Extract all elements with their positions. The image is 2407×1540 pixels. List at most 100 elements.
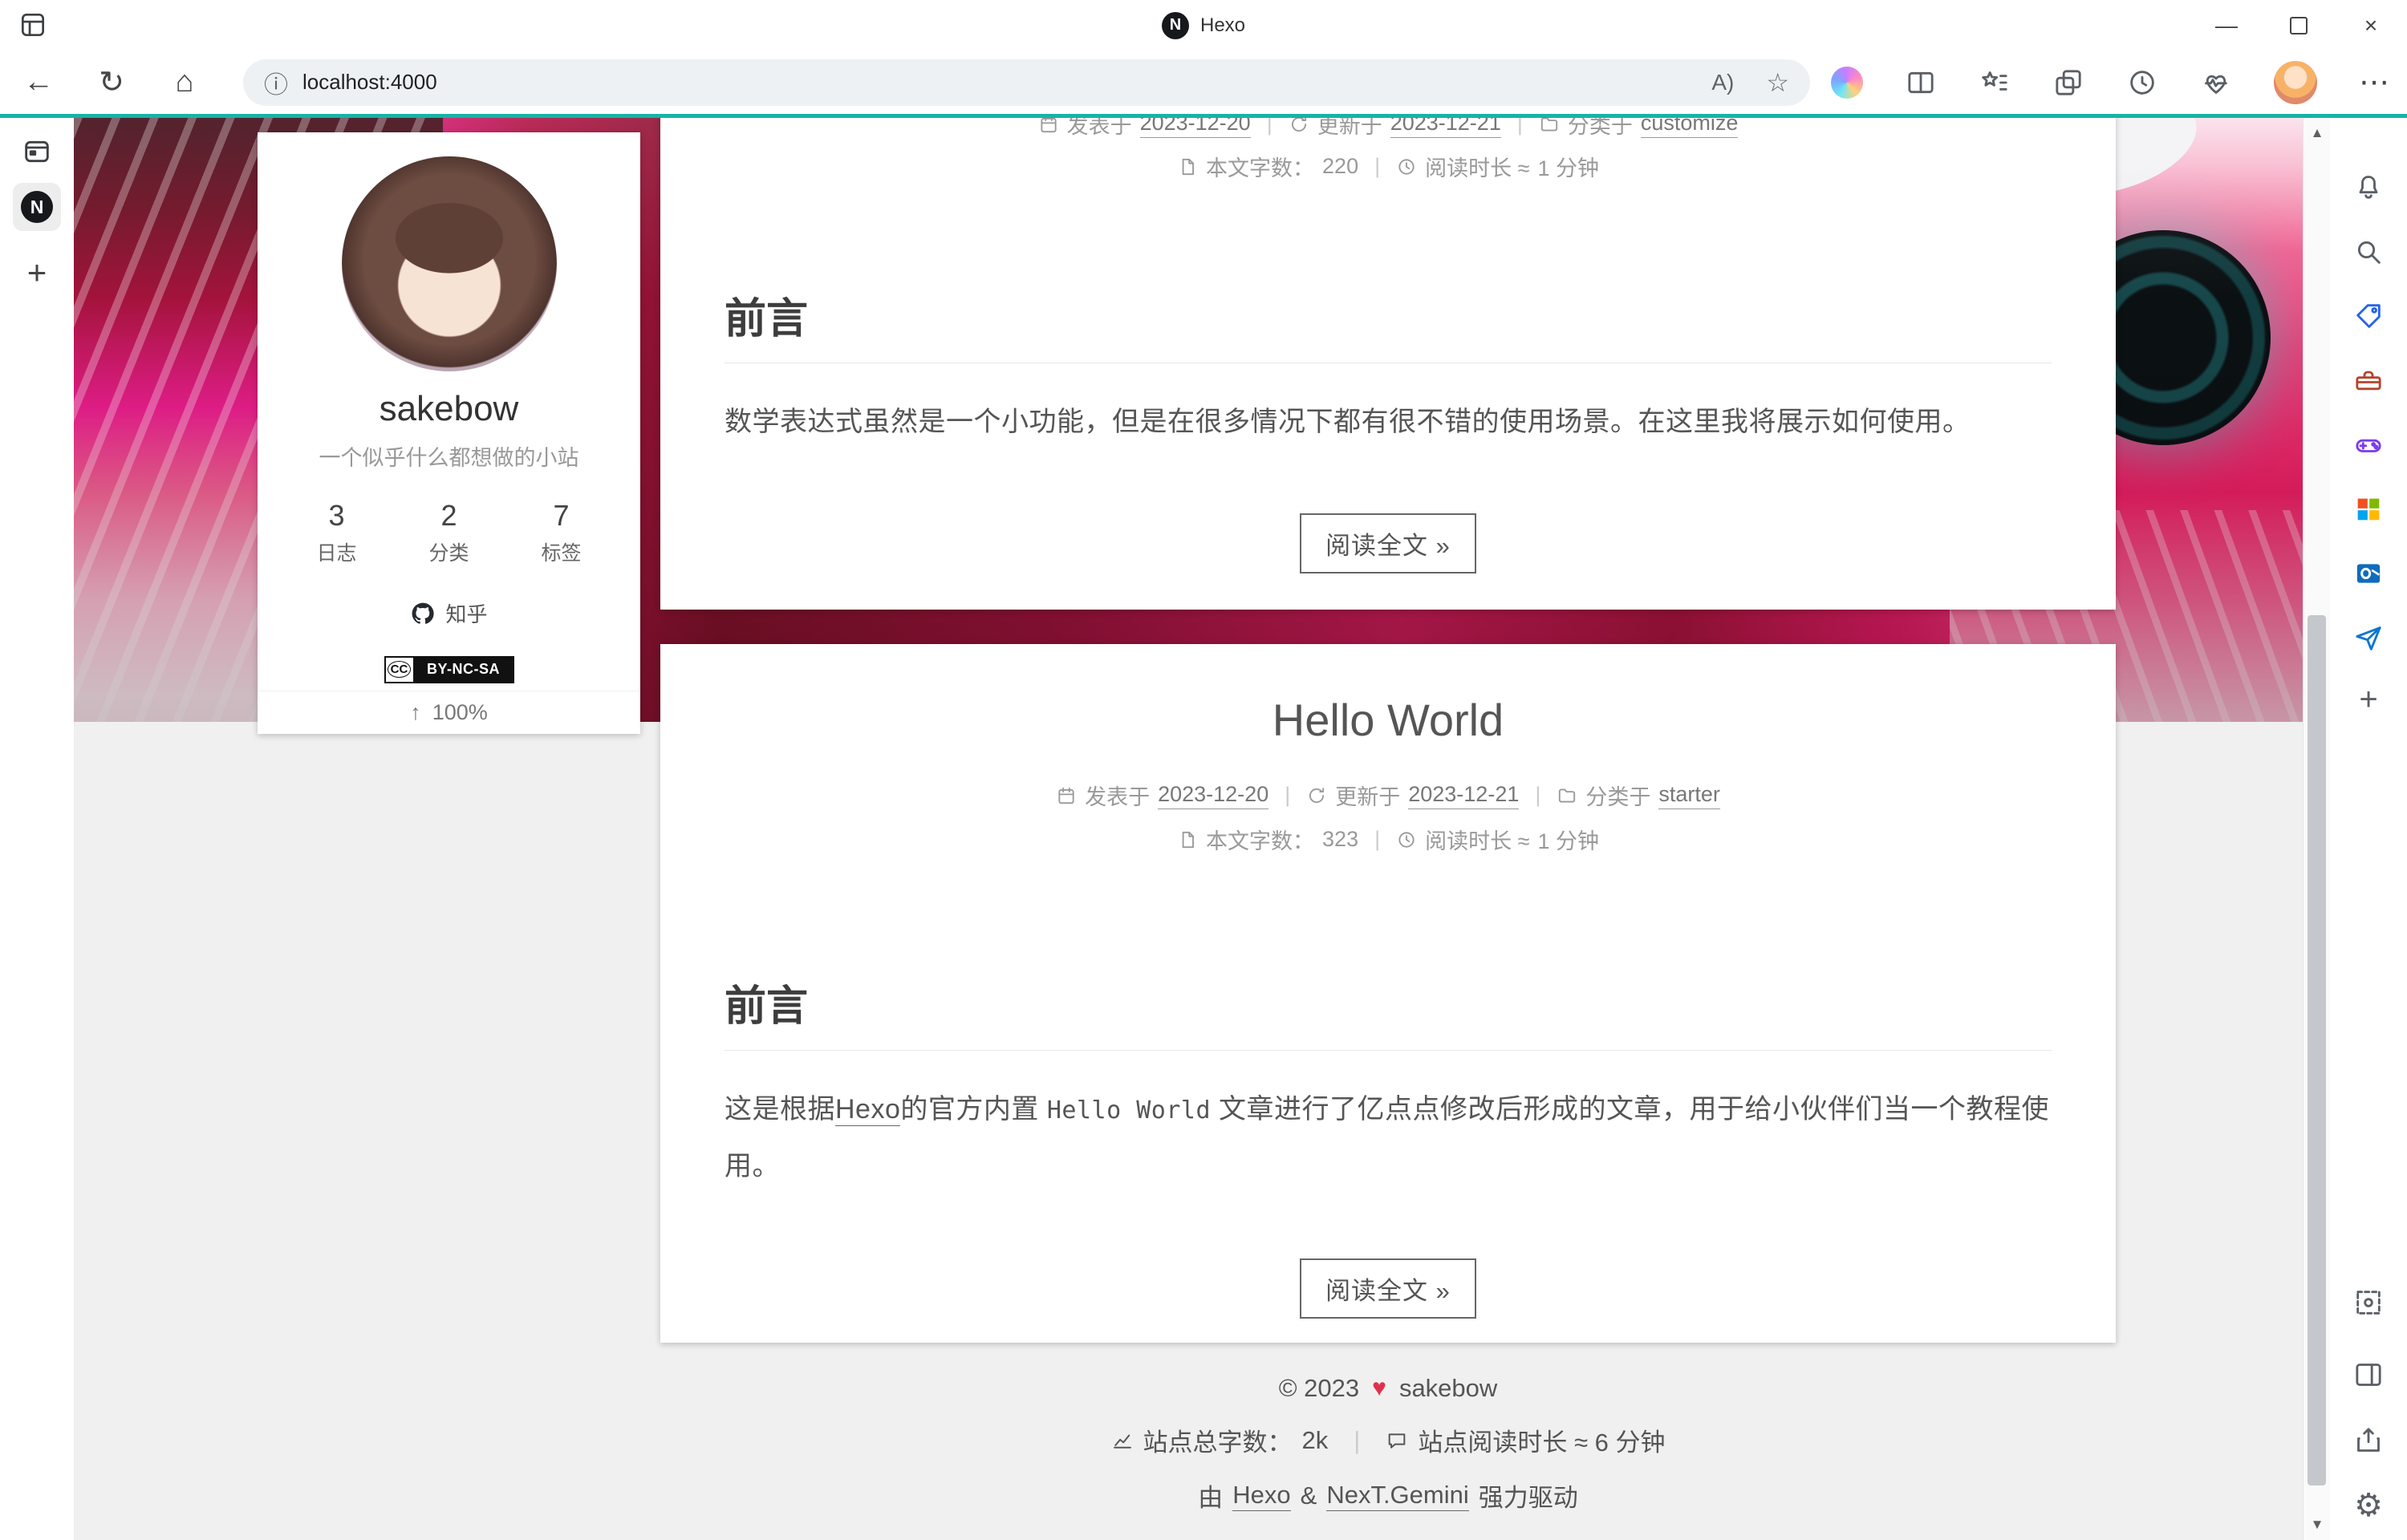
browser-titlebar: N Hexo — × [0,0,2407,51]
back-to-top[interactable]: ↑ 100% [258,691,640,734]
site-info-icon[interactable]: ⓘ [264,65,288,100]
screenshot-capture-icon[interactable] [2349,1283,2388,1322]
history-icon[interactable] [2126,67,2158,99]
active-tab-hexo[interactable]: N [13,183,61,231]
social-link[interactable]: 知乎 [410,598,487,628]
section-heading: 前言 [725,972,2052,1051]
post-meta-line1: 发表于 2023-12-20 | 更新于 2023-12-21 | 分类于 st… [725,780,2052,811]
workspaces-icon[interactable] [18,10,48,40]
new-tab-icon[interactable]: + [18,253,56,292]
home-button[interactable]: ⌂ [170,63,199,102]
read-aloud-icon[interactable]: A) [1711,70,1734,95]
hexo-favicon: N [21,191,53,223]
category-link[interactable]: customize [1641,118,1739,138]
back-button[interactable]: ← [24,63,53,102]
scroll-down-arrow[interactable]: ▼ [2303,1511,2330,1538]
stat-categories[interactable]: 2 分类 [414,499,485,566]
github-icon [410,601,436,626]
site-author: sakebow [258,389,640,429]
hexo-link[interactable]: Hexo [835,1094,900,1126]
up-arrow-icon: ↑ [410,700,421,725]
post-meta-line2: 本文字数： 323 | 阅读时长 ≈ 1 分钟 [725,824,2052,855]
drop-icon[interactable] [2349,619,2388,658]
games-icon[interactable] [2349,426,2388,464]
hexo-footer-link[interactable]: Hexo [1232,1481,1290,1511]
stat-tags[interactable]: 7 标签 [526,499,597,566]
post-list: 发表于 2023-12-20 | 更新于 2023-12-21 | 分类于 cu… [660,118,2116,1540]
chart-line-icon [1111,1429,1134,1452]
post-card-hello-world: Hello World 发表于 2023-12-20 | 更新于 2023-12… [660,644,2116,1343]
file-icon [1177,156,1198,177]
profile-avatar[interactable] [2274,61,2317,104]
active-tab-title: N Hexo [0,0,2407,51]
post-meta-line2: 本文字数： 220 | 阅读时长 ≈ 1 分钟 [725,151,2052,182]
update-date-link[interactable]: 2023-12-21 [1390,118,1501,138]
browser-essentials-icon[interactable] [2200,67,2232,99]
read-more-button[interactable]: 阅读全文 » [1300,513,1476,573]
copilot-icon[interactable] [1831,67,1863,99]
refresh-button[interactable]: ↻ [97,63,126,102]
comment-icon [1386,1429,1408,1452]
site-footer: © 2023 ♥ sakebow 站点总字数： 2k | 站点阅读时长 ≈ 6 … [660,1374,2116,1533]
profile-card: sakebow 一个似乎什么都想做的小站 3 日志 2 分类 7 标签 知乎 [258,132,640,734]
minimize-button[interactable]: — [2190,0,2263,51]
read-more-button[interactable]: 阅读全文 » [1300,1258,1476,1319]
scroll-percent: 100% [432,700,488,725]
site-stats: 3 日志 2 分类 7 标签 [258,499,640,566]
address-bar[interactable]: ⓘ localhost:4000 A) ☆ [243,59,1810,106]
clock-icon [1396,156,1417,177]
sidebar-panel-icon[interactable] [2349,1356,2388,1394]
update-date-link[interactable]: 2023-12-21 [1408,782,1519,809]
scroll-up-arrow[interactable]: ▲ [2303,120,2330,147]
split-screen-icon[interactable] [1905,67,1937,99]
theme-footer-link[interactable]: NexT.Gemini [1326,1481,1468,1511]
favorite-star-icon[interactable]: ☆ [1766,67,1789,98]
tab-actions-icon[interactable] [18,132,56,171]
folder-icon [1539,118,1560,135]
post-meta-line1: 发表于 2023-12-20 | 更新于 2023-12-21 | 分类于 cu… [725,118,2052,140]
clock-icon [1396,829,1417,850]
license-label: BY-NC-SA [415,658,513,682]
calendar-icon [1038,118,1059,135]
file-icon [1177,829,1198,850]
add-sidebar-app-icon[interactable]: + [2349,680,2388,719]
more-menu-icon[interactable]: ⋯ [2359,64,2389,100]
license-badge[interactable]: CC BY-NC-SA [384,656,514,683]
window-title: Hexo [1200,14,1245,37]
publish-date-link[interactable]: 2023-12-20 [1158,782,1268,809]
browser-toolbar: ← ↻ ⌂ ⓘ localhost:4000 A) ☆ [0,51,2407,114]
stat-posts[interactable]: 3 日志 [302,499,372,566]
profile-avatar-image [342,156,557,371]
maximize-button[interactable] [2263,0,2335,51]
notifications-bell-icon[interactable] [2349,168,2388,206]
vertical-tabs-strip: N + [0,118,74,1540]
update-icon [1306,785,1327,806]
browser-window: N Hexo — × ← ↻ ⌂ ⓘ localhost:4000 A) ☆ [0,0,2407,1540]
edge-sidebar: + ⚙ [2330,118,2407,1540]
webpage: sakebow 一个似乎什么都想做的小站 3 日志 2 分类 7 标签 知乎 [74,118,2330,1540]
search-icon[interactable] [2349,233,2388,271]
footer-stats: 站点总字数： 2k | 站点阅读时长 ≈ 6 分钟 [660,1422,2116,1458]
scrollbar-thumb[interactable] [2308,615,2326,1485]
inline-code: Hello World [1047,1096,1211,1125]
footer-author: sakebow [1399,1374,1497,1403]
page-scrollbar[interactable]: ▲ ▼ [2303,118,2330,1540]
section-heading: 前言 [725,285,2052,363]
calendar-icon [1056,785,1077,806]
collections-icon[interactable] [2052,67,2084,99]
post-title[interactable]: Hello World [725,694,2052,746]
close-button[interactable]: × [2335,0,2407,51]
category-link[interactable]: starter [1658,782,1720,809]
share-icon[interactable] [2349,1421,2388,1460]
settings-gear-icon[interactable]: ⚙ [2349,1486,2388,1525]
outlook-icon[interactable] [2349,554,2388,593]
tools-icon[interactable] [2349,361,2388,399]
post-excerpt: 数学表达式虽然是一个小功能，但是在很多情况下都有很不错的使用场景。在这里我将展示… [725,394,2052,451]
microsoft-365-icon[interactable] [2349,490,2388,529]
footer-copyright: © 2023 ♥ sakebow [660,1374,2116,1403]
favorites-icon[interactable] [1979,67,2011,99]
site-description: 一个似乎什么都想做的小站 [258,440,640,472]
folder-icon [1557,785,1577,806]
publish-date-link[interactable]: 2023-12-20 [1140,118,1251,138]
shopping-icon[interactable] [2349,297,2388,335]
